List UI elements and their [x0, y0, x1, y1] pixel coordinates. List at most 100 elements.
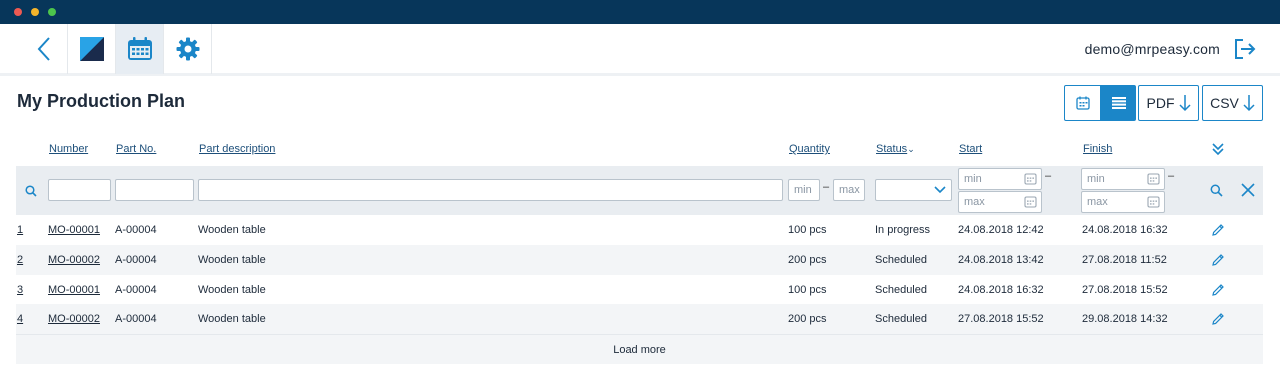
row-number-link[interactable]: MO-00001 [48, 284, 100, 296]
row-index-link[interactable]: 2 [17, 254, 23, 266]
row-start: 24.08.2018 16:32 [958, 284, 1044, 296]
column-header-finish[interactable]: Finish [1083, 143, 1112, 155]
back-chevron-icon [37, 37, 50, 61]
row-status: Scheduled [875, 313, 927, 325]
column-header-quantity[interactable]: Quantity [789, 143, 830, 155]
download-arrow-icon [1243, 95, 1255, 112]
export-pdf-button[interactable]: PDF [1138, 85, 1199, 121]
load-more-button[interactable]: Load more [16, 334, 1263, 364]
row-quantity: 200 pcs [788, 254, 827, 266]
row-part-no: A-00004 [115, 224, 157, 236]
row-description: Wooden table [198, 313, 266, 325]
row-part-no: A-00004 [115, 284, 157, 296]
row-start: 27.08.2018 15:52 [958, 313, 1044, 325]
row-index-link[interactable]: 1 [17, 224, 23, 236]
double-chevron-down-icon [1212, 143, 1224, 156]
row-description: Wooden table [198, 254, 266, 266]
row-finish: 27.08.2018 11:52 [1082, 254, 1167, 266]
row-part-no: A-00004 [115, 254, 157, 266]
download-arrow-icon [1178, 95, 1191, 112]
calendar-icon[interactable] [1024, 195, 1037, 208]
row-index-link[interactable]: 4 [17, 313, 23, 325]
nav-calendar-button[interactable] [116, 24, 164, 74]
column-header-start[interactable]: Start [959, 143, 982, 155]
calendar-icon [1075, 96, 1090, 110]
export-csv-label: CSV [1210, 95, 1239, 111]
window-minimize-button[interactable] [31, 8, 39, 16]
table-row[interactable]: 2 MO-00002 A-00004 Wooden table 200 pcs … [16, 245, 1263, 275]
row-quantity: 100 pcs [788, 284, 827, 296]
row-part-no: A-00004 [115, 313, 157, 325]
app-logo-button[interactable] [68, 24, 116, 74]
filter-part-no-input[interactable] [115, 179, 194, 201]
export-pdf-label: PDF [1146, 95, 1175, 111]
table-row[interactable]: 4 MO-00002 A-00004 Wooden table 200 pcs … [16, 304, 1263, 334]
table-row[interactable]: 3 MO-00001 A-00004 Wooden table 100 pcs … [16, 275, 1263, 305]
edit-pencil-icon[interactable] [1211, 253, 1225, 267]
edit-pencil-icon[interactable] [1211, 223, 1225, 237]
search-icon [1210, 184, 1223, 197]
close-icon [1241, 183, 1255, 197]
row-number-link[interactable]: MO-00001 [48, 224, 100, 236]
row-description: Wooden table [198, 284, 266, 296]
row-finish: 27.08.2018 15:52 [1082, 284, 1168, 296]
column-header-status-label: Status [876, 143, 908, 155]
list-view-button[interactable] [1101, 85, 1136, 121]
filter-start-max-placeholder: max [964, 196, 985, 208]
page-title: My Production Plan [17, 91, 186, 111]
column-header-part-description[interactable]: Part description [199, 143, 275, 155]
gear-icon [176, 37, 199, 61]
logout-button[interactable] [1234, 38, 1256, 60]
app-logo-icon [79, 37, 104, 61]
expand-columns-button[interactable] [1211, 142, 1225, 156]
window-close-button[interactable] [14, 8, 22, 16]
column-header-number[interactable]: Number [49, 143, 88, 155]
nav-settings-button[interactable] [164, 24, 212, 74]
row-index-link[interactable]: 3 [17, 284, 23, 296]
sort-chevron-icon: ⌄ [907, 144, 915, 154]
filter-row: min – max min – max min – max [16, 166, 1263, 215]
calendar-icon[interactable] [1024, 172, 1037, 185]
filter-quantity-min-input[interactable]: min [788, 179, 820, 201]
clear-filter-button[interactable] [1241, 183, 1255, 197]
filter-part-description-input[interactable] [198, 179, 783, 201]
back-button[interactable] [20, 24, 68, 74]
user-email[interactable]: demo@mrpeasy.com [1085, 41, 1220, 57]
export-csv-button[interactable]: CSV [1202, 85, 1263, 121]
filter-status-select[interactable] [875, 179, 952, 201]
load-more-label: Load more [613, 343, 666, 356]
filter-number-input[interactable] [48, 179, 111, 201]
filter-quantity-max-input[interactable]: max [833, 179, 865, 201]
filter-start-min-input[interactable]: min [958, 168, 1042, 190]
row-quantity: 100 pcs [788, 224, 827, 236]
apply-filter-button[interactable] [1210, 184, 1223, 197]
table-row[interactable]: 1 MO-00001 A-00004 Wooden table 100 pcs … [16, 215, 1263, 245]
filter-start-min-placeholder: min [964, 173, 982, 185]
row-start: 24.08.2018 12:42 [958, 224, 1044, 236]
app-header: demo@mrpeasy.com [0, 24, 1280, 76]
chevron-down-icon [934, 186, 946, 194]
row-number-link[interactable]: MO-00002 [48, 254, 100, 266]
row-quantity: 200 pcs [788, 313, 827, 325]
column-header-status[interactable]: Status⌄ [876, 143, 915, 155]
filter-finish-max-input[interactable]: max [1081, 191, 1165, 213]
calendar-view-button[interactable] [1064, 85, 1101, 121]
column-header-part-no[interactable]: Part No. [116, 143, 156, 155]
window-maximize-button[interactable] [48, 8, 56, 16]
row-number-link[interactable]: MO-00002 [48, 313, 100, 325]
logout-icon [1235, 39, 1256, 59]
calendar-icon[interactable] [1147, 172, 1160, 185]
filter-finish-min-input[interactable]: min [1081, 168, 1165, 190]
edit-pencil-icon[interactable] [1211, 283, 1225, 297]
edit-pencil-icon[interactable] [1211, 312, 1225, 326]
row-start: 24.08.2018 13:42 [958, 254, 1044, 266]
row-finish: 24.08.2018 16:32 [1082, 224, 1168, 236]
row-status: Scheduled [875, 284, 927, 296]
range-separator: – [823, 181, 830, 193]
row-status: Scheduled [875, 254, 927, 266]
range-separator: – [1045, 170, 1052, 182]
calendar-icon [127, 37, 152, 60]
filter-start-max-input[interactable]: max [958, 191, 1042, 213]
row-finish: 29.08.2018 14:32 [1082, 313, 1168, 325]
calendar-icon[interactable] [1147, 195, 1160, 208]
